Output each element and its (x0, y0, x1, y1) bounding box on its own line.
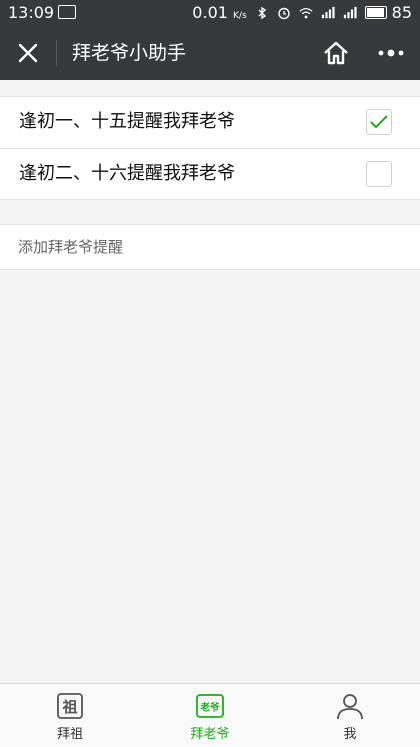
bluetooth-icon (258, 6, 266, 19)
reminder-row-1: 逢初一、十五提醒我拜老爷 (0, 97, 420, 148)
tab-bailaoye[interactable]: 老爷 拜老爷 (140, 684, 280, 747)
laoye-icon-chars: 老爷 (199, 702, 220, 714)
tab-label: 我 (343, 727, 357, 742)
page-title: 拜老爷小助手 (72, 42, 187, 64)
status-bar: 13:09 0.01 K/s 85 (0, 0, 420, 26)
reminder-checkbox-checked[interactable] (366, 109, 392, 135)
reminder-label: 逢初一、十五提醒我拜老爷 (19, 111, 235, 132)
battery-icon (364, 6, 387, 19)
signal-icon (321, 6, 335, 18)
battery-indicator: 85 (364, 3, 412, 22)
message-notification-icon (58, 5, 76, 19)
reminder-label: 逢初二、十六提醒我拜老爷 (19, 163, 235, 184)
person-icon (337, 694, 363, 720)
tab-label: 拜老爷 (190, 727, 230, 742)
ancestor-icon-char: 祖 (61, 698, 77, 716)
nav-bar: 拜老爷小助手 (0, 26, 420, 80)
wifi-icon (299, 7, 313, 18)
checkmark-icon (370, 115, 388, 129)
network-speed-unit: K/s (233, 11, 247, 21)
add-reminder-button[interactable]: 添加拜老爷提醒 (0, 224, 420, 270)
ancestor-icon: 祖 (57, 693, 83, 719)
status-right-group: 0.01 K/s 85 (192, 3, 412, 22)
reminder-list: 逢初一、十五提醒我拜老爷 逢初二、十六提醒我拜老爷 (0, 96, 420, 200)
more-options-icon[interactable] (377, 44, 405, 62)
status-time: 13:09 (8, 3, 55, 22)
tab-me[interactable]: 我 (280, 684, 420, 747)
laoye-icon: 老爷 (196, 694, 224, 718)
tab-bar: 祖 拜祖 老爷 拜老爷 我 (0, 683, 420, 747)
add-reminder-label: 添加拜老爷提醒 (18, 238, 124, 256)
network-speed-value: 0.01 (192, 3, 228, 22)
network-speed: 0.01 K/s (192, 3, 246, 22)
signal-4g-icon (343, 6, 357, 18)
tab-baizu[interactable]: 祖 拜祖 (0, 684, 140, 747)
battery-level: 85 (391, 3, 412, 22)
alarm-icon (277, 7, 290, 19)
reminder-checkbox-unchecked[interactable] (366, 161, 392, 187)
tab-label: 拜祖 (56, 727, 83, 742)
close-icon[interactable] (16, 41, 40, 65)
reminder-row-2: 逢初二、十六提醒我拜老爷 (0, 148, 420, 200)
home-icon[interactable] (322, 39, 350, 67)
nav-divider (56, 40, 57, 66)
